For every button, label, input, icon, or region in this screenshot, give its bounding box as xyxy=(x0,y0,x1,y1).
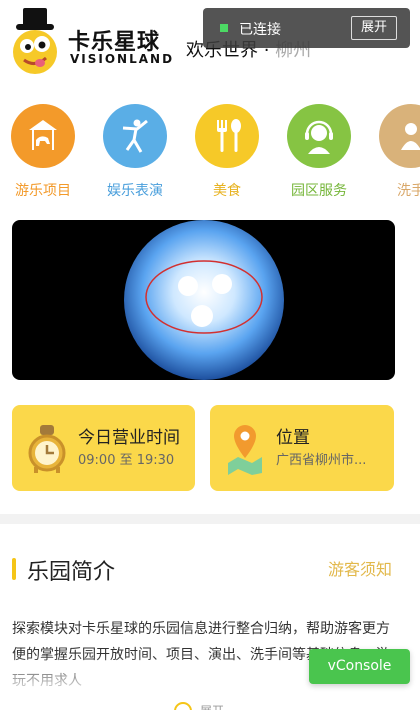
category-shows[interactable]: 娱乐表演 xyxy=(90,100,180,200)
map-pin-icon xyxy=(228,425,262,475)
category-label: 娱乐表演 xyxy=(107,183,163,199)
hours-time: 09:00 至 19:30 xyxy=(78,453,175,468)
category-restroom[interactable]: 洗手 xyxy=(366,100,420,200)
category-services[interactable]: 园区服务 xyxy=(274,100,364,200)
glowing-orb-image xyxy=(124,220,284,380)
location-title: 位置 xyxy=(276,428,310,448)
category-nav: 游乐项目 娱乐表演 美食 园区服务 洗手 xyxy=(0,100,420,200)
connection-status-panel: 已连接 展开 xyxy=(203,8,410,48)
media-player[interactable] xyxy=(12,220,395,380)
dancer-icon xyxy=(103,104,167,168)
category-label: 游乐项目 xyxy=(15,183,71,199)
connected-indicator-icon xyxy=(220,24,228,32)
mascot-logo-icon xyxy=(13,8,57,74)
section-marker xyxy=(12,558,16,580)
fork-spoon-icon xyxy=(195,104,259,168)
expand-intro-label[interactable]: 展开 xyxy=(200,702,224,710)
expand-button[interactable]: 展开 xyxy=(351,16,397,40)
category-label: 洗手 xyxy=(397,183,420,199)
headset-icon xyxy=(287,104,351,168)
alarm-clock-icon xyxy=(28,425,66,473)
brand-name-english: VISIONLAND xyxy=(70,52,175,66)
category-food[interactable]: 美食 xyxy=(182,100,272,200)
visitor-notice-link[interactable]: 游客须知 xyxy=(328,556,392,580)
hours-title: 今日营业时间 xyxy=(78,428,180,448)
app-header: 卡乐星球 VISIONLAND 欢乐世界 · 柳州 已连接 展开 xyxy=(0,0,420,90)
connection-status-text: 已连接 xyxy=(239,22,281,38)
location-address: 广西省柳州市... xyxy=(276,453,367,468)
person-icon xyxy=(379,104,420,168)
intro-title: 乐园简介 xyxy=(27,560,116,585)
opening-hours-card[interactable]: 今日营业时间 09:00 至 19:30 xyxy=(12,405,195,491)
expand-icon[interactable] xyxy=(174,702,192,710)
location-card[interactable]: 位置 广西省柳州市... xyxy=(210,405,394,491)
category-rides[interactable]: 游乐项目 xyxy=(0,100,88,200)
section-divider xyxy=(0,514,420,524)
vconsole-button[interactable]: vConsole xyxy=(309,649,410,684)
category-label: 园区服务 xyxy=(291,183,347,199)
category-label: 美食 xyxy=(213,183,241,199)
carousel-icon xyxy=(11,104,75,168)
